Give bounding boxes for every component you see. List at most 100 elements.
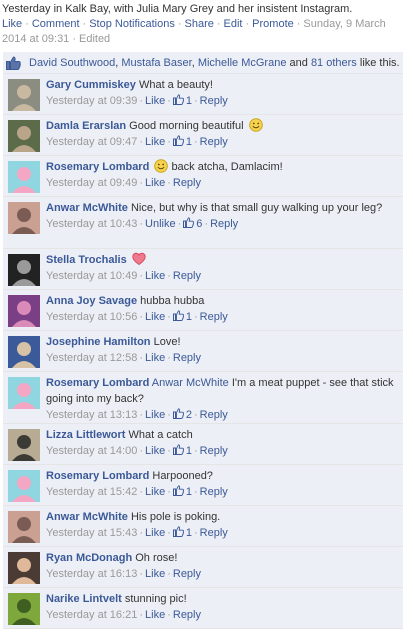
comment-author[interactable]: Anna Joy Savage bbox=[46, 295, 137, 307]
promote-link[interactable]: Promote bbox=[252, 18, 294, 30]
comment-timestamp[interactable]: Yesterday at 12:58 bbox=[46, 352, 137, 364]
comment-like-link[interactable]: Like bbox=[145, 445, 165, 457]
comment-body: Narike Lintvelt stunning pic! Yesterday a… bbox=[46, 591, 396, 624]
avatar[interactable] bbox=[8, 120, 40, 152]
comment-author[interactable]: Rosemary Lombard bbox=[46, 470, 149, 482]
avatar[interactable] bbox=[8, 254, 40, 286]
comment-author[interactable]: Stella Trochalis bbox=[46, 254, 127, 266]
avatar[interactable] bbox=[8, 552, 40, 584]
comment-author[interactable]: Lizza Littlewort bbox=[46, 429, 125, 441]
comment-text: Good morning beautiful bbox=[129, 120, 244, 132]
comment-like-link[interactable]: Unlike bbox=[145, 218, 176, 230]
like-count-icon bbox=[172, 94, 184, 105]
comment-like-link[interactable]: Like bbox=[145, 136, 165, 148]
comment-like-count[interactable]: 1 bbox=[172, 310, 192, 323]
comment-body: Stella Trochalis Yesterday at 10:49 · Like… bbox=[46, 252, 396, 285]
comment-author[interactable]: Ryan McDonagh bbox=[46, 552, 132, 564]
comment-body: Rosemary Lombard Harpooned? Yesterday at … bbox=[46, 468, 396, 501]
comment-timestamp[interactable]: Yesterday at 10:43 bbox=[46, 218, 137, 230]
comment-like-count[interactable]: 6 bbox=[183, 217, 202, 230]
comment-like-count[interactable]: 1 bbox=[172, 444, 192, 457]
avatar[interactable] bbox=[8, 295, 40, 327]
comment-author[interactable]: Anwar McWhite bbox=[46, 511, 128, 523]
comment-reply-link[interactable]: Reply bbox=[200, 136, 228, 148]
avatar[interactable] bbox=[8, 202, 40, 234]
comment-timestamp[interactable]: Yesterday at 13:13 bbox=[46, 409, 137, 421]
comment-timestamp[interactable]: Yesterday at 10:56 bbox=[46, 311, 137, 323]
comment-timestamp[interactable]: Yesterday at 09:49 bbox=[46, 177, 137, 189]
comment-like-link[interactable]: Like bbox=[145, 527, 165, 539]
comment-reply-link[interactable]: Reply bbox=[173, 352, 201, 364]
avatar[interactable] bbox=[8, 79, 40, 111]
avatar[interactable] bbox=[8, 336, 40, 368]
avatar[interactable] bbox=[8, 593, 40, 625]
avatar[interactable] bbox=[8, 511, 40, 543]
comment-item: Gary Cummiskey What a beauty! Yesterday a… bbox=[3, 74, 403, 115]
comment-timestamp[interactable]: Yesterday at 16:21 bbox=[46, 609, 137, 621]
comment-like-count[interactable]: 1 bbox=[172, 94, 192, 107]
comment-like-link[interactable]: Like bbox=[145, 609, 165, 621]
comment-like-link[interactable]: Like bbox=[145, 311, 165, 323]
liker-link[interactable]: Michelle McGrane bbox=[198, 57, 287, 69]
comment-meta: Yesterday at 13:13 · Like · 2 · Reply bbox=[46, 408, 228, 421]
comment-timestamp[interactable]: Yesterday at 16:13 bbox=[46, 568, 137, 580]
comment-like-count[interactable]: 1 bbox=[172, 485, 192, 498]
comment-reply-link[interactable]: Reply bbox=[200, 95, 228, 107]
like-count-icon bbox=[183, 217, 195, 228]
comment-reply-link[interactable]: Reply bbox=[173, 177, 201, 189]
avatar[interactable] bbox=[8, 161, 40, 193]
comment-timestamp[interactable]: Yesterday at 09:39 bbox=[46, 95, 137, 107]
comment-author[interactable]: Anwar McWhite bbox=[46, 202, 128, 214]
comment-author[interactable]: Rosemary Lombard bbox=[46, 161, 149, 173]
comment-reply-link[interactable]: Reply bbox=[200, 311, 228, 323]
post-comment-link[interactable]: Comment bbox=[32, 18, 80, 30]
comment-text-line: Anwar McWhite Nice, but why is that smal… bbox=[46, 200, 396, 216]
edited-label[interactable]: Edited bbox=[79, 33, 110, 45]
stop-notifications-link[interactable]: Stop Notifications bbox=[89, 18, 175, 30]
comment-author[interactable]: Josephine Hamilton bbox=[46, 336, 151, 348]
comment-like-link[interactable]: Like bbox=[145, 352, 165, 364]
comment-timestamp[interactable]: Yesterday at 15:43 bbox=[46, 527, 137, 539]
comment-author[interactable]: Damla Erarslan bbox=[46, 120, 126, 132]
comment-reply-link[interactable]: Reply bbox=[173, 609, 201, 621]
comment-reply-link[interactable]: Reply bbox=[200, 409, 228, 421]
comment-author[interactable]: Gary Cummiskey bbox=[46, 79, 136, 91]
comment-like-link[interactable]: Like bbox=[145, 177, 165, 189]
comment-like-link[interactable]: Like bbox=[145, 270, 165, 282]
comment-like-link[interactable]: Like bbox=[145, 568, 165, 580]
comment-timestamp[interactable]: Yesterday at 15:42 bbox=[46, 486, 137, 498]
comment-meta: Yesterday at 09:49 · Like · Reply bbox=[46, 177, 201, 189]
liker-link[interactable]: David Southwood bbox=[29, 57, 115, 69]
avatar[interactable] bbox=[8, 429, 40, 461]
comment-reply-link[interactable]: Reply bbox=[200, 445, 228, 457]
comment-like-link[interactable]: Like bbox=[145, 409, 165, 421]
comment-timestamp[interactable]: Yesterday at 09:47 bbox=[46, 136, 137, 148]
share-link[interactable]: Share bbox=[185, 18, 214, 30]
comment-timestamp[interactable]: Yesterday at 10:49 bbox=[46, 270, 137, 282]
mentioned-user[interactable]: Anwar McWhite bbox=[152, 377, 229, 389]
comment-reply-link[interactable]: Reply bbox=[200, 527, 228, 539]
comment-meta: Yesterday at 15:42 · Like · 1 · Reply bbox=[46, 485, 228, 498]
comment-reply-link[interactable]: Reply bbox=[210, 218, 238, 230]
comment-like-count[interactable]: 2 bbox=[172, 408, 192, 421]
comment-author[interactable]: Narike Lintvelt bbox=[46, 593, 122, 605]
comment-like-link[interactable]: Like bbox=[145, 95, 165, 107]
comment-text-line: Stella Trochalis bbox=[46, 252, 396, 268]
avatar[interactable] bbox=[8, 470, 40, 502]
comment-reply-link[interactable]: Reply bbox=[173, 568, 201, 580]
liker-link[interactable]: Mustafa Baser bbox=[121, 57, 191, 69]
comment-reply-link[interactable]: Reply bbox=[173, 270, 201, 282]
comment-reply-link[interactable]: Reply bbox=[200, 486, 228, 498]
post-like-link[interactable]: Like bbox=[2, 18, 22, 30]
comment-text-line: Rosemary Lombard Harpooned? bbox=[46, 468, 396, 484]
comment-timestamp[interactable]: Yesterday at 14:00 bbox=[46, 445, 137, 457]
like-count-icon bbox=[172, 444, 184, 455]
comment-meta: Yesterday at 16:13 · Like · Reply bbox=[46, 568, 201, 580]
comment-like-link[interactable]: Like bbox=[145, 486, 165, 498]
comment-like-count[interactable]: 1 bbox=[172, 526, 192, 539]
comment-author[interactable]: Rosemary Lombard bbox=[46, 377, 149, 389]
comment-like-count[interactable]: 1 bbox=[172, 135, 192, 148]
others-link[interactable]: 81 others bbox=[311, 57, 357, 69]
avatar[interactable] bbox=[8, 377, 40, 409]
edit-link[interactable]: Edit bbox=[224, 18, 243, 30]
